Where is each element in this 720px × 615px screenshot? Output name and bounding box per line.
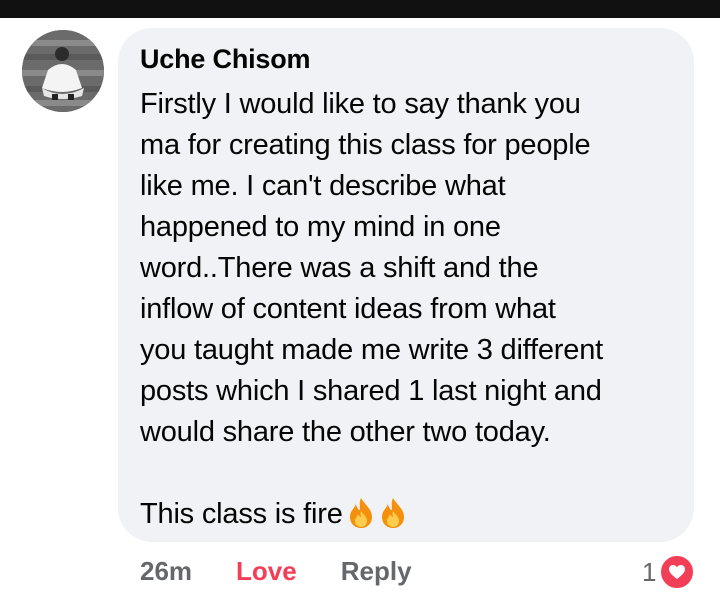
top-bar <box>0 0 720 18</box>
comment-line: happened to my mind in one <box>140 211 501 243</box>
reaction-summary[interactable]: 1 <box>642 554 696 590</box>
comment-line: word..There was a shift and the <box>140 252 539 284</box>
comment-line: Firstly I would like to say thank you <box>140 88 581 120</box>
comment-text: Firstly I would like to say thank you ma… <box>140 84 680 535</box>
comment-line: posts which I shared 1 last night and <box>140 375 602 407</box>
comment-author[interactable]: Uche Chisom <box>140 44 311 75</box>
comment-line: would share the other two today. <box>140 416 551 448</box>
fire-icon <box>379 497 407 529</box>
reply-button[interactable]: Reply <box>341 556 412 587</box>
comment-line: like me. I can't describe what <box>140 170 506 202</box>
comment-line: inflow of content ideas from what <box>140 293 556 325</box>
avatar[interactable] <box>22 30 104 112</box>
comment-line: ma for creating this class for people <box>140 129 591 161</box>
comment-actions: 26m Love Reply <box>140 556 412 587</box>
comment-line: you taught made me write 3 different <box>140 334 603 366</box>
comment-time[interactable]: 26m <box>140 556 192 587</box>
reaction-count: 1 <box>642 556 657 587</box>
heart-icon <box>659 554 696 590</box>
love-button[interactable]: Love <box>236 556 297 587</box>
comment-closing: This class is fire <box>140 498 343 530</box>
fire-icon <box>347 497 375 529</box>
